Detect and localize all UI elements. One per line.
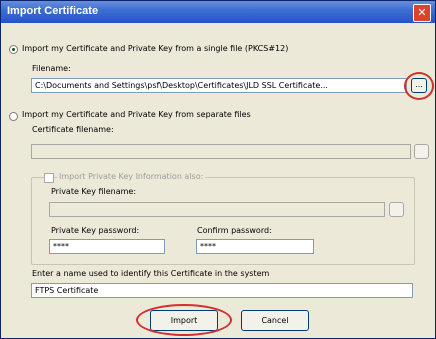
private-key-browse-button[interactable] [389, 202, 404, 217]
filename-input[interactable]: C:\Documents and Settings\psf\Desktop\Ce… [31, 78, 407, 93]
certificate-name-label: Enter a name used to identify this Certi… [32, 269, 270, 278]
close-button[interactable]: ✕ [413, 4, 431, 22]
private-key-password-input[interactable]: **** [49, 239, 165, 254]
window-title: Import Certificate [7, 5, 99, 17]
radio-dot [12, 48, 15, 51]
cancel-button[interactable]: Cancel [241, 310, 309, 331]
single-file-radio-label: Import my Certificate and Private Key fr… [22, 44, 289, 53]
private-key-filename-input[interactable] [49, 202, 385, 217]
single-file-radio[interactable] [9, 45, 18, 54]
certificate-name-input[interactable]: FTPS Certificate [31, 283, 413, 298]
private-key-filename-label: Private Key filename: [51, 187, 137, 196]
import-private-key-checkbox[interactable] [44, 173, 54, 183]
separate-files-radio[interactable] [9, 112, 18, 121]
highlight-circle-browse [404, 72, 434, 100]
private-key-password-label: Private Key password: [51, 226, 140, 235]
certificate-browse-button[interactable] [414, 144, 429, 159]
import-certificate-dialog: Import Certificate ✕ Import my Certifica… [0, 0, 436, 339]
filename-label: Filename: [32, 64, 71, 73]
separate-files-radio-label: Import my Certificate and Private Key fr… [22, 110, 251, 119]
highlight-circle-import [136, 304, 232, 336]
confirm-password-input[interactable]: **** [196, 239, 314, 254]
certificate-filename-input[interactable] [31, 144, 411, 159]
confirm-password-label: Confirm password: [197, 226, 272, 235]
certificate-filename-label: Certificate filename: [32, 125, 114, 134]
title-bar: Import Certificate ✕ [1, 1, 435, 23]
import-private-key-checkbox-label: Import Private Key Information also: [57, 172, 206, 181]
